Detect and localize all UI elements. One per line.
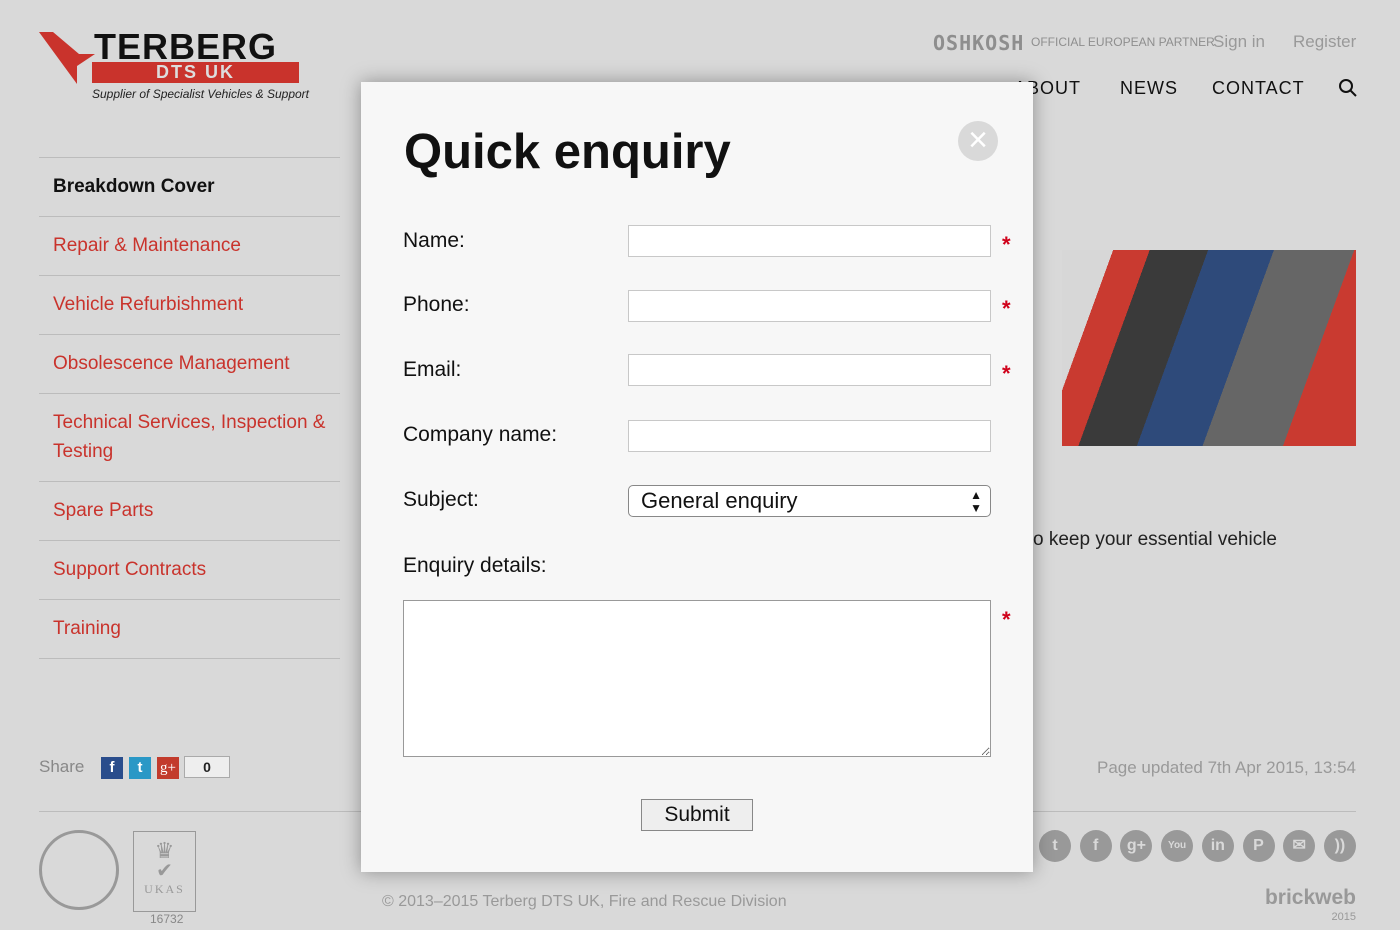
brickweb-logo[interactable]: brickweb — [1265, 886, 1356, 910]
sidebar-item-repair[interactable]: Repair & Maintenance — [39, 217, 340, 276]
sidebar-item-obsolescence[interactable]: Obsolescence Management — [39, 335, 340, 394]
email-label: Email: — [403, 358, 462, 381]
share-label: Share — [39, 757, 85, 776]
facebook-icon[interactable]: f — [1079, 830, 1112, 862]
name-input[interactable] — [628, 225, 991, 257]
google-plus-share-icon[interactable]: g+ — [157, 757, 179, 779]
brickweb-year: 2015 — [1331, 911, 1356, 923]
phone-input[interactable] — [628, 290, 991, 322]
sidebar-item-support-contracts[interactable]: Support Contracts — [39, 541, 340, 600]
page-updated: Page updated 7th Apr 2015, 13:54 — [1096, 758, 1356, 777]
oshkosh-logo: OSHKOSH — [933, 31, 1025, 55]
company-label: Company name: — [403, 423, 558, 446]
sidebar-item-breakdown-cover[interactable]: Breakdown Cover — [39, 158, 340, 217]
copyright: © 2013–2015 Terberg DTS UK, Fire and Res… — [382, 893, 787, 910]
search-icon[interactable] — [1338, 78, 1358, 98]
subject-value: General enquiry — [641, 488, 798, 513]
share-count: 0 — [184, 756, 230, 778]
register-link[interactable]: Register — [1293, 32, 1356, 52]
modal-title: Quick enquiry — [404, 125, 731, 179]
required-mark: * — [1002, 361, 1011, 386]
required-mark: * — [1002, 296, 1011, 321]
required-mark: * — [1002, 607, 1011, 632]
subject-label: Subject: — [403, 488, 479, 511]
email-icon[interactable]: ✉ — [1283, 830, 1316, 862]
google-plus-icon[interactable]: g+ — [1120, 830, 1153, 862]
youtube-icon[interactable]: You — [1161, 830, 1194, 862]
submit-button[interactable]: Submit — [641, 799, 753, 831]
partner-text: OFFICIAL EUROPEAN PARTNER — [1031, 35, 1215, 49]
linkedin-icon[interactable]: in — [1201, 830, 1234, 862]
ukas-text: UKAS — [144, 882, 185, 896]
quick-enquiry-modal: Quick enquiry × Name: * Phone: * Email: … — [361, 82, 1033, 872]
twitter-icon[interactable]: t — [1039, 830, 1071, 862]
engineer-photo — [1062, 250, 1356, 446]
lloyds-register-logo — [39, 830, 119, 910]
nav-contact[interactable]: CONTACT — [1212, 78, 1305, 99]
sidebar-item-spare-parts[interactable]: Spare Parts — [39, 482, 340, 541]
sidebar-item-training[interactable]: Training — [39, 600, 340, 659]
name-label: Name: — [403, 229, 465, 252]
sidebar-item-refurbishment[interactable]: Vehicle Refurbishment — [39, 276, 340, 335]
rss-icon[interactable]: )) — [1323, 830, 1356, 862]
nav-news[interactable]: NEWS — [1120, 78, 1178, 99]
terberg-mark-icon — [39, 32, 95, 84]
details-label: Enquiry details: — [403, 554, 547, 577]
phone-label: Phone: — [403, 293, 470, 316]
checkmark-icon: ✔ — [156, 860, 173, 882]
close-icon[interactable]: × — [958, 121, 998, 161]
select-arrows-icon: ▲ ▼ — [970, 488, 982, 515]
sidebar-nav: Breakdown Cover Repair & Maintenance Veh… — [39, 157, 340, 659]
logo-subtext: DTS UK — [92, 62, 299, 83]
twitter-share-icon[interactable]: t — [129, 757, 151, 779]
body-text: o keep your essential vehicle — [1033, 529, 1277, 550]
sign-in-link[interactable]: Sign in — [1213, 32, 1265, 52]
facebook-share-icon[interactable]: f — [101, 757, 123, 779]
pinterest-icon[interactable]: P — [1242, 830, 1275, 862]
company-input[interactable] — [628, 420, 991, 452]
logo-tagline: Supplier of Specialist Vehicles & Suppor… — [92, 87, 310, 101]
subject-select[interactable]: General enquiry ▲ ▼ — [628, 485, 991, 517]
ukas-number: 16732 — [150, 912, 184, 926]
details-textarea[interactable] — [403, 600, 991, 757]
email-input[interactable] — [628, 354, 991, 386]
sidebar-item-technical[interactable]: Technical Services, Inspection & Testing — [39, 394, 340, 482]
crown-icon: ♛ — [154, 838, 175, 863]
ukas-logo: ♛ ✔ UKAS — [133, 831, 196, 912]
required-mark: * — [1002, 232, 1011, 257]
